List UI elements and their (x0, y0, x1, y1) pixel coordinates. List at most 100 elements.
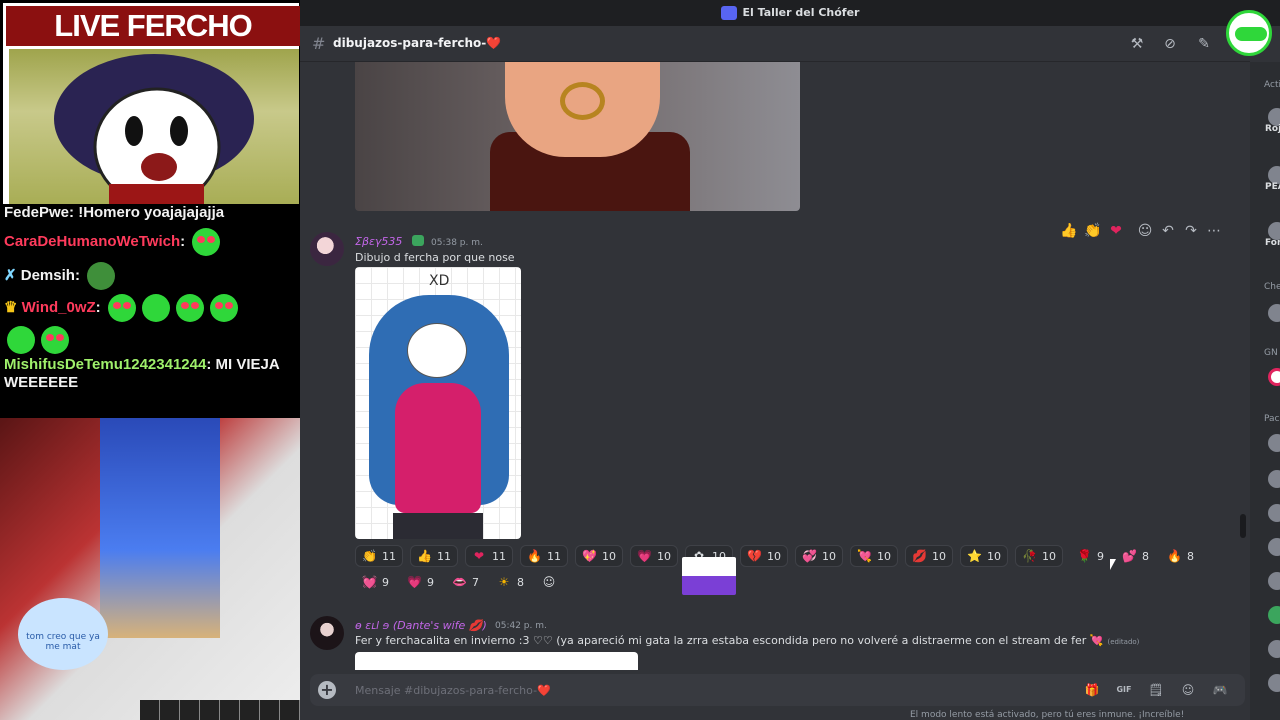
drawing-face (407, 323, 467, 378)
reaction-count: 9 (382, 576, 389, 589)
quick-react-thumbs-up-button[interactable]: 👍 (1060, 222, 1078, 240)
game-hotbar (140, 700, 300, 720)
message-content: Dibujo d fercha por que nose (355, 251, 515, 264)
chat-line: CaraDeHumanoWeTwich: (4, 226, 296, 258)
member-section-title: Pac (1264, 414, 1280, 424)
add-reaction-icon[interactable]: ☺ (1136, 222, 1154, 240)
reaction-count: 7 (472, 576, 479, 589)
message-scrollbar[interactable] (1240, 514, 1246, 538)
avatar[interactable] (310, 616, 344, 650)
member-avatar[interactable] (1268, 606, 1280, 624)
sticker-icon[interactable]: 🗒 (1148, 682, 1164, 698)
reaction-count: 10 (602, 550, 616, 563)
add-attachment-button[interactable]: + (318, 681, 336, 699)
reaction-chip[interactable]: 🔥 8 (1160, 545, 1200, 567)
reaction-chip[interactable]: 💕 8 (1115, 545, 1155, 567)
reaction-chip[interactable]: 🌹 9 (1070, 545, 1110, 567)
member-avatar[interactable] (1268, 504, 1280, 522)
drawing-legs (393, 513, 483, 539)
chat-username: FedePwe (4, 204, 70, 221)
message[interactable]: ɵ ɛւl ɘ (Dante's wife 💋) 05:42 p. m. Fer… (300, 610, 1250, 670)
emoji-icon[interactable]: ☺ (1180, 682, 1196, 698)
reaction-count: 10 (987, 550, 1001, 563)
reaction-chip[interactable]: 👏 11 (355, 545, 403, 567)
reaction-chip[interactable]: 💋 10 (905, 545, 953, 567)
message[interactable]: Σβεγ535 05:38 p. m. Dibujo d fercha por … (300, 230, 1250, 600)
quick-react-clap-button[interactable]: 👏 (1084, 222, 1102, 240)
reaction-chip[interactable]: 👍 11 (410, 545, 458, 567)
message-image-attachment[interactable] (355, 652, 638, 670)
member-section-title: Acti (1264, 80, 1280, 90)
chat-line (4, 324, 296, 356)
game-tower (100, 418, 220, 638)
two-hearts-icon: 💕 (1122, 549, 1137, 563)
member-name[interactable]: For (1265, 238, 1280, 248)
message-composer: + 🎁 GIF 🗒 ☺ 🎮 (310, 674, 1245, 706)
reaction-chip[interactable]: ☀ 8 (490, 571, 530, 593)
avatar[interactable] (310, 232, 344, 266)
chat-message: : !Homero yoajajajajja (69, 204, 225, 221)
member-avatar[interactable] (1268, 304, 1280, 322)
message-list[interactable]: Σβεγ535 05:38 p. m. Dibujo d fercha por … (300, 62, 1250, 670)
message-author[interactable]: ɵ ɛւl ɘ (Dante's wife 💋) (355, 619, 487, 632)
member-avatar[interactable] (1268, 538, 1280, 556)
gift-icon[interactable]: 🎁 (1084, 682, 1100, 698)
chat-username: MishifusDeTemu1242341244 (4, 356, 207, 373)
quick-react-heart-button[interactable]: ❤ (1107, 222, 1125, 240)
member-avatar[interactable] (1268, 640, 1280, 658)
reaction-chip[interactable]: ⭐ 10 (960, 545, 1008, 567)
reaction-chip[interactable]: 🥀 10 (1015, 545, 1063, 567)
reaction-count: 8 (1187, 550, 1194, 563)
member-name[interactable]: PEA (1265, 182, 1280, 192)
reaction-chip[interactable]: 💔 10 (740, 545, 788, 567)
reaction-chip[interactable]: 💗 9 (400, 571, 440, 593)
server-icon (720, 6, 737, 20)
member-avatar[interactable] (1268, 674, 1280, 692)
sun-icon: ☀ (498, 575, 510, 589)
member-name[interactable]: Roj (1265, 124, 1280, 134)
reaction-chip[interactable]: 💞 10 (795, 545, 843, 567)
reaction-chip[interactable]: ❤ 11 (465, 545, 513, 567)
message-author[interactable]: Σβεγ535 (355, 235, 402, 248)
reaction-chip[interactable]: 👄 7 (445, 571, 485, 593)
chat-username: Demsih (20, 266, 75, 284)
mute-icon[interactable]: ⊘ (1161, 36, 1179, 52)
member-avatar[interactable] (1268, 434, 1280, 452)
reaction-chip[interactable]: 💘 10 (850, 545, 898, 567)
reaction-chip[interactable]: 💗 10 (630, 545, 678, 567)
forward-icon[interactable]: ↷ (1182, 222, 1200, 240)
reaction-count: 10 (1042, 550, 1056, 563)
reaction-chip[interactable]: 🔥 11 (520, 545, 568, 567)
pin-icon[interactable]: ✎ (1195, 36, 1213, 52)
broken-heart-icon: 💔 (747, 549, 762, 563)
drawing-image-attachment[interactable]: XD (355, 267, 521, 539)
reaction-count: 10 (877, 550, 891, 563)
add-reaction-button[interactable]: ☺ (535, 571, 559, 593)
message-image-attachment[interactable] (355, 62, 800, 211)
heart-icon: ❤ (473, 549, 485, 563)
more-options-icon[interactable]: ⋯ (1205, 222, 1223, 240)
member-avatar[interactable] (1268, 368, 1280, 386)
edited-label: (editado) (1107, 638, 1140, 646)
minecraft-gameplay (0, 418, 300, 720)
reaction-chip[interactable]: 💖 10 (575, 545, 623, 567)
stream-chat: FedePwe: !Homero yoajajajajja CaraDeHuma… (0, 204, 300, 418)
member-avatar[interactable] (1268, 470, 1280, 488)
cartoon-avatar-image (54, 54, 254, 207)
activities-icon[interactable]: 🎮 (1212, 682, 1228, 698)
thumbs-up-icon: 👍 (417, 549, 432, 563)
gif-icon[interactable]: GIF (1116, 682, 1132, 698)
heart-eyes-emote-icon (192, 228, 221, 256)
member-section-title: Che (1264, 282, 1280, 292)
threads-icon[interactable]: ⚒ (1128, 36, 1146, 52)
message-input[interactable] (355, 682, 955, 698)
member-list[interactable]: Acti Roj PEA For Che GN Pac (1250, 62, 1280, 720)
stream-title: LIVE FERCHO REACTION (6, 6, 300, 83)
reaction-count: 10 (657, 550, 671, 563)
fire-icon: 🔥 (527, 549, 542, 563)
reaction-chip[interactable]: 💓 9 (355, 571, 395, 593)
reply-icon[interactable]: ↶ (1159, 222, 1177, 240)
reaction-count: 9 (1097, 550, 1104, 563)
member-avatar[interactable] (1268, 572, 1280, 590)
chat-message: : (95, 298, 101, 316)
